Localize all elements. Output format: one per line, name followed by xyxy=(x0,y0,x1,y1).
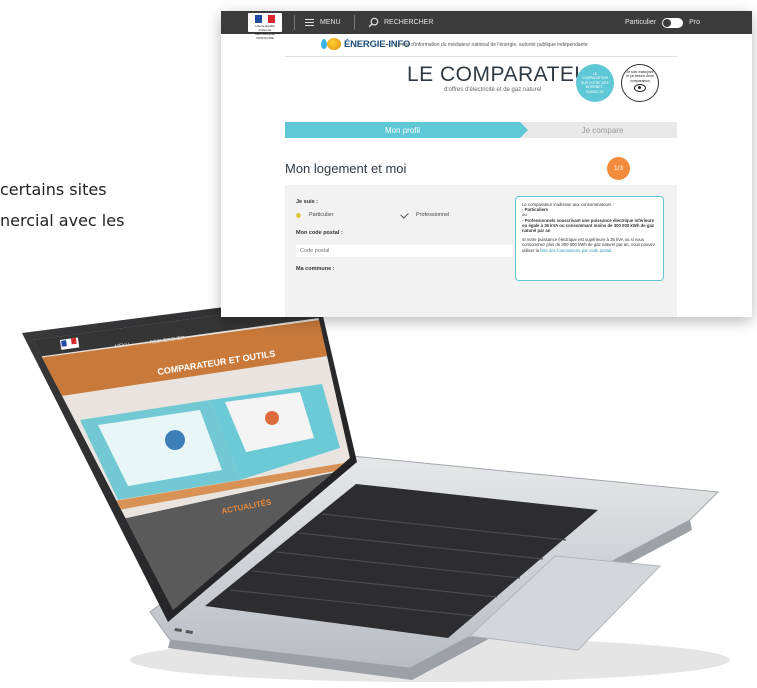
laptop-search-label: RECHERCHER xyxy=(149,335,185,346)
bulb-icon xyxy=(321,38,341,50)
background-text-line-1: certains sites xyxy=(0,180,107,199)
step-je-compare[interactable]: Je compare xyxy=(528,122,677,138)
comparateur-page-screenshot: Liberté Égalité Fraternité RÉPUBLIQUE FR… xyxy=(221,11,752,317)
laptop-heading: COMPARATEUR ET OUTILS xyxy=(157,348,276,377)
fournisseurs-list-link[interactable]: liste des fournisseurs par code postal. xyxy=(540,248,612,253)
search-icon xyxy=(368,17,379,28)
commune-label: Ma commune : xyxy=(296,266,335,272)
toggle-switch[interactable] xyxy=(662,17,684,28)
laptop-menu-label: MENU xyxy=(114,342,130,350)
comparateur-widget-badge[interactable]: LE COMPARATEUR SUR VOTRE SITE INTERNET :… xyxy=(576,64,614,102)
trackpad xyxy=(468,555,662,651)
site-header: ÉNERGIE-INFO Le site d'information du mé… xyxy=(221,34,752,56)
header-divider xyxy=(285,56,677,57)
top-navigation-bar: Liberté Égalité Fraternité RÉPUBLIQUE FR… xyxy=(221,11,752,40)
menu-label: MENU xyxy=(320,19,341,26)
radio-particulier-label: Particulier xyxy=(309,212,334,218)
eligibility-info-box: Le comparateur s'adresse aux consommateu… xyxy=(515,196,664,281)
menu-button[interactable]: MENU xyxy=(305,11,341,34)
laptop-base xyxy=(149,455,720,669)
particulier-pro-toggle[interactable]: Particulier Pro xyxy=(625,11,700,34)
radio-particulier[interactable]: Particulier xyxy=(296,212,333,218)
profile-form: Je suis : Particulier Professionnel Mon … xyxy=(285,185,677,317)
info-professionnels: - Professionnels souscrivant une puissan… xyxy=(522,217,655,234)
usb-port-2 xyxy=(185,630,193,634)
page-subtitle: d'offres d'électricité et de gaz naturel xyxy=(444,87,542,93)
je-suis-label: Je suis : xyxy=(296,199,319,205)
radio-professionnel-label: Professionnel xyxy=(416,212,450,218)
laptop-base-edge xyxy=(168,520,692,680)
section-title: Mon logement et moi xyxy=(285,161,407,176)
laptop-lid xyxy=(22,295,357,622)
search-label: RECHERCHER xyxy=(384,19,434,26)
eye-icon xyxy=(634,84,646,93)
laptop-shadow xyxy=(130,638,730,682)
toggle-label-particulier: Particulier xyxy=(624,19,657,26)
usb-port-1 xyxy=(174,628,182,632)
radio-selected-icon xyxy=(296,212,301,218)
laptop-flag xyxy=(60,337,80,350)
keyboard-keys xyxy=(229,513,567,617)
step-progress: Mon profil Je compare xyxy=(285,122,677,138)
background-text-line-2: nercial avec les xyxy=(0,211,125,230)
toggle-label-pro: Pro xyxy=(689,19,700,26)
keyboard xyxy=(205,484,598,638)
laptop-screen xyxy=(33,302,350,610)
postal-code-input[interactable] xyxy=(296,245,513,257)
step-counter-badge: 1/3 xyxy=(607,157,630,180)
radio-professionnel[interactable]: Professionnel xyxy=(400,209,450,219)
laptop-news-heading: ACTUALITÉS xyxy=(221,497,273,516)
step-mon-profil[interactable]: Mon profil xyxy=(285,122,528,138)
check-icon xyxy=(400,209,409,219)
accessibility-badge[interactable]: Je suis malvoyant et j'ai besoin d'une c… xyxy=(621,64,659,102)
site-tagline: Le site d'information du médiateur natio… xyxy=(395,42,588,48)
code-postal-label: Mon code postal : xyxy=(296,230,343,236)
accessibility-badge-text: Je suis malvoyant et j'ai besoin d'une c… xyxy=(626,70,654,83)
search-button[interactable]: RECHERCHER xyxy=(368,11,433,34)
hamburger-icon xyxy=(305,19,314,26)
republique-francaise-logo: Liberté Égalité Fraternité RÉPUBLIQUE FR… xyxy=(248,13,282,40)
